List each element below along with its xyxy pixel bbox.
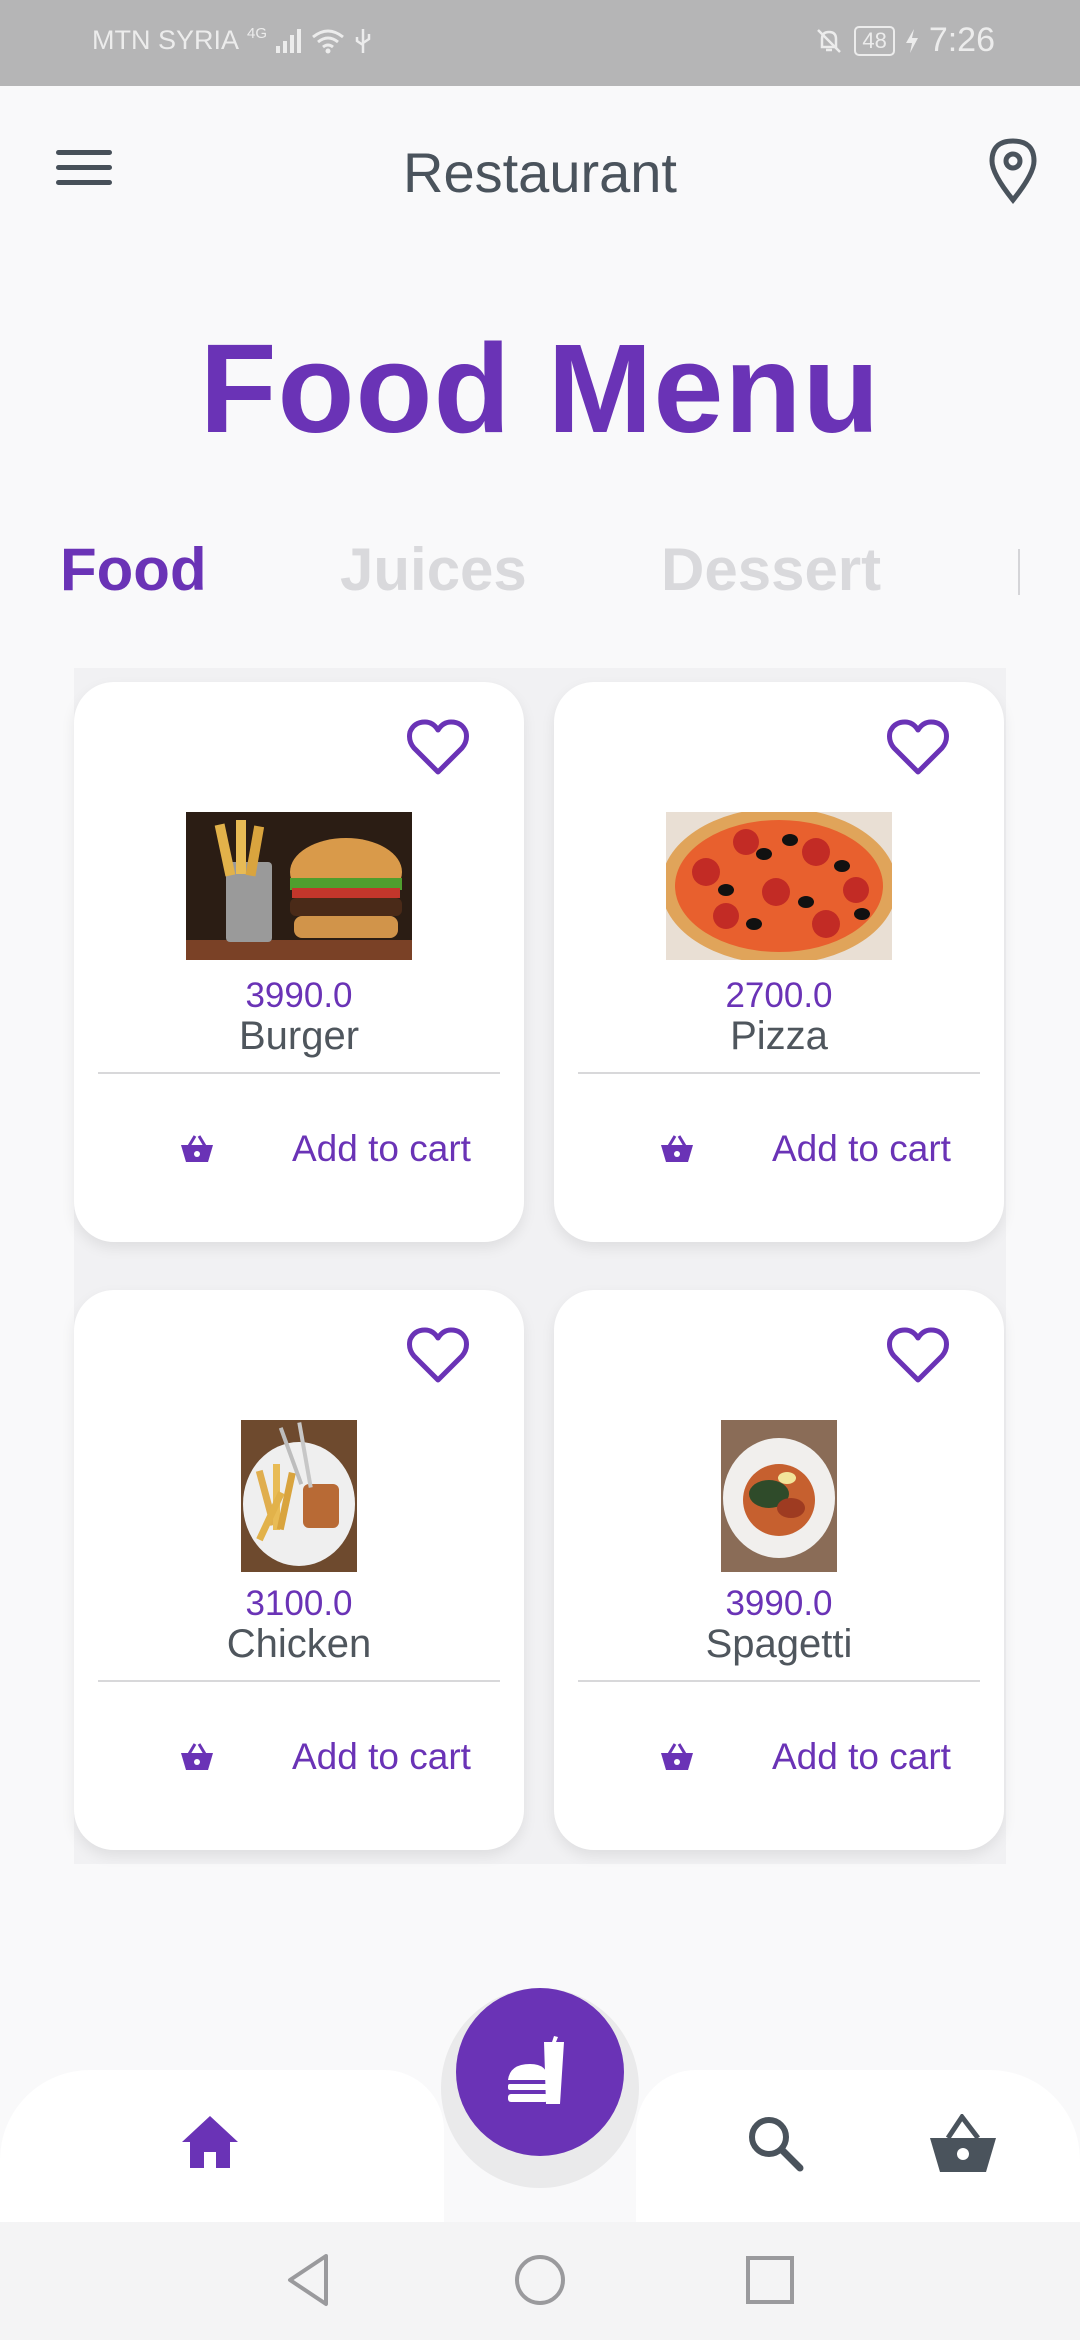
burger-photo bbox=[186, 812, 412, 960]
heart-icon[interactable] bbox=[406, 718, 470, 776]
add-to-cart-button[interactable]: Add to cart bbox=[554, 1112, 1004, 1192]
signal-icon bbox=[276, 28, 302, 53]
item-price: 2700.0 bbox=[725, 976, 833, 1015]
spaghetti-photo bbox=[721, 1420, 837, 1572]
network-type: 4G bbox=[247, 25, 268, 42]
location-button[interactable] bbox=[984, 136, 1042, 204]
card-divider bbox=[98, 1072, 500, 1074]
home-circle-icon[interactable] bbox=[513, 2252, 567, 2308]
item-name: Burger bbox=[238, 1014, 360, 1058]
card-divider bbox=[578, 1680, 980, 1682]
card-divider bbox=[578, 1072, 980, 1074]
food-card-spagetti[interactable]: 3990.0 Spagetti Add to cart bbox=[554, 1290, 1004, 1850]
status-right: 48 7:26 bbox=[814, 21, 995, 60]
bottom-nav-right-panel bbox=[636, 2070, 1080, 2222]
back-icon[interactable] bbox=[284, 2252, 332, 2308]
item-name: Chicken bbox=[226, 1622, 372, 1666]
pizza-photo bbox=[666, 812, 892, 960]
system-navigation-bar bbox=[0, 2222, 1080, 2340]
add-to-cart-label: Add to cart bbox=[292, 1128, 471, 1169]
battery-level: 48 bbox=[854, 25, 895, 56]
location-pin-icon bbox=[989, 138, 1037, 204]
charging-icon bbox=[905, 28, 918, 53]
heart-icon[interactable] bbox=[406, 1326, 470, 1384]
item-price: 3990.0 bbox=[245, 976, 353, 1015]
fastfood-icon bbox=[508, 2036, 564, 2104]
item-name: Pizza bbox=[730, 1014, 828, 1058]
basket-icon bbox=[661, 1135, 693, 1162]
add-to-cart-button[interactable]: Add to cart bbox=[74, 1720, 524, 1800]
tab-scroll-divider bbox=[1018, 549, 1020, 595]
carrier-name: MTN SYRIA bbox=[92, 25, 240, 55]
heart-icon[interactable] bbox=[886, 718, 950, 776]
card-divider bbox=[98, 1680, 500, 1682]
recents-icon[interactable] bbox=[744, 2252, 796, 2308]
status-left: MTN SYRIA 4G bbox=[92, 25, 373, 56]
app-bar: Restaurant bbox=[0, 86, 1080, 256]
item-price: 3990.0 bbox=[725, 1584, 833, 1623]
basket-icon[interactable] bbox=[928, 2114, 998, 2174]
mute-bell-icon bbox=[817, 28, 842, 53]
wifi-icon bbox=[312, 29, 344, 53]
basket-icon bbox=[181, 1135, 213, 1162]
food-card-burger[interactable]: 3990.0 Burger Add to cart bbox=[74, 682, 524, 1242]
food-card-chicken[interactable]: 3100.0 Chicken Add to cart bbox=[74, 1290, 524, 1850]
home-icon[interactable] bbox=[180, 2114, 240, 2170]
add-to-cart-label: Add to cart bbox=[772, 1128, 951, 1169]
heart-icon[interactable] bbox=[886, 1326, 950, 1384]
add-to-cart-button[interactable]: Add to cart bbox=[74, 1112, 524, 1192]
category-tabs: Food Juices Dessert bbox=[0, 535, 1080, 615]
app-title: Restaurant bbox=[403, 141, 677, 204]
basket-icon bbox=[661, 1743, 693, 1770]
status-time: 7:26 bbox=[928, 21, 995, 59]
tab-dessert[interactable]: Dessert bbox=[661, 535, 881, 604]
food-card-pizza[interactable]: 2700.0 Pizza Add to cart bbox=[554, 682, 1004, 1242]
search-icon[interactable] bbox=[746, 2114, 804, 2172]
add-to-cart-label: Add to cart bbox=[292, 1736, 471, 1777]
status-bar: MTN SYRIA 4G 48 7:26 bbox=[0, 0, 1080, 86]
item-price: 3100.0 bbox=[245, 1584, 353, 1623]
add-to-cart-button[interactable]: Add to cart bbox=[554, 1720, 1004, 1800]
page-title: Food Menu bbox=[199, 318, 881, 459]
basket-icon bbox=[181, 1743, 213, 1770]
tab-food[interactable]: Food bbox=[60, 535, 207, 604]
chicken-photo bbox=[241, 1420, 357, 1572]
add-to-cart-label: Add to cart bbox=[772, 1736, 951, 1777]
fastfood-fab-button[interactable] bbox=[456, 1988, 624, 2156]
tab-juices[interactable]: Juices bbox=[340, 535, 527, 604]
item-name: Spagetti bbox=[705, 1622, 853, 1666]
usb-icon bbox=[355, 28, 371, 53]
